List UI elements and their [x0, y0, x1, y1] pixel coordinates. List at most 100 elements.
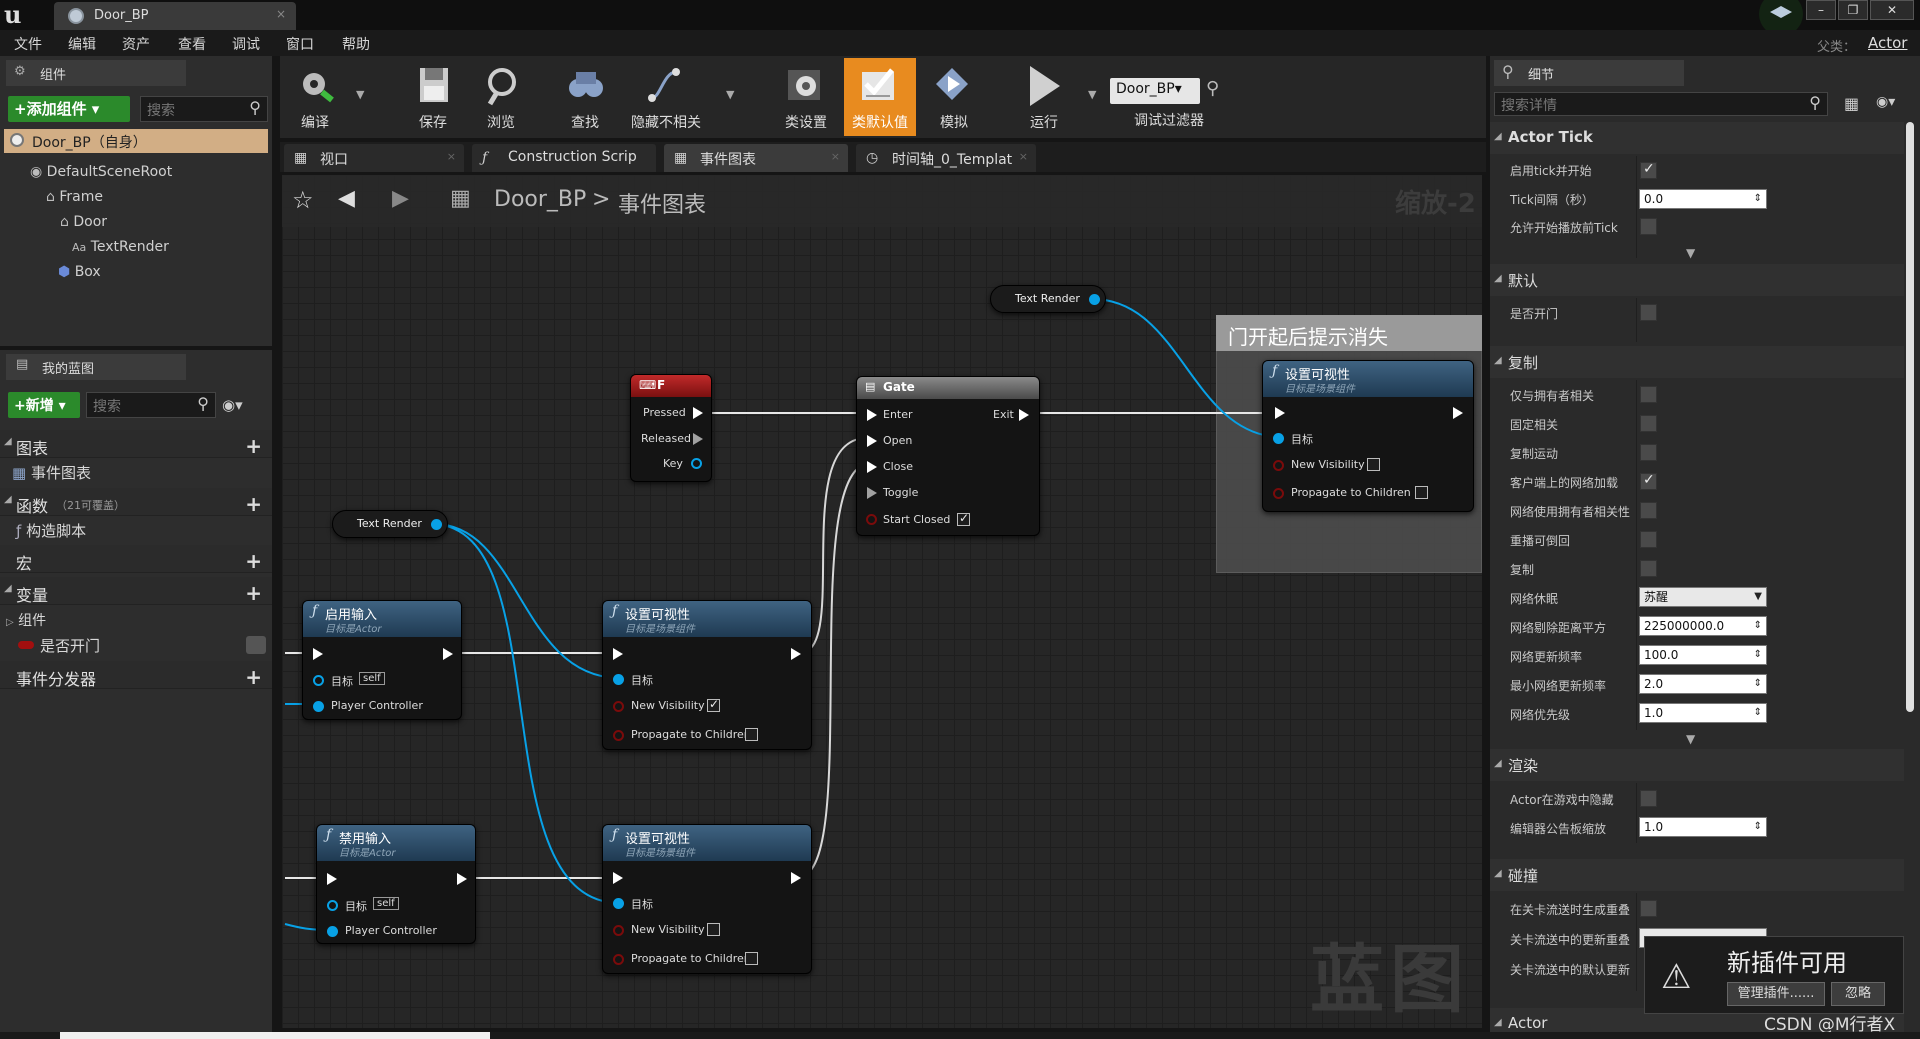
exec-out-pin[interactable] — [791, 648, 801, 660]
key-pin[interactable] — [691, 458, 702, 469]
released-exec-pin[interactable] — [693, 433, 703, 445]
key-f-event-node[interactable]: ⌨ F Pressed Released Key — [630, 374, 712, 482]
target-pin[interactable] — [327, 900, 338, 911]
breadcrumb-event-graph[interactable]: 事件图表 — [618, 187, 706, 219]
start-closed-pin[interactable] — [866, 514, 877, 525]
details-search-input[interactable]: 搜索详情 ⚲ — [1494, 92, 1828, 116]
player-controller-pin[interactable] — [327, 926, 338, 937]
replay-rewindable-checkbox[interactable] — [1640, 531, 1657, 548]
section-rendering[interactable]: ◢ 渲染 — [1490, 749, 1904, 781]
spinner-icon[interactable]: ⇕ — [1754, 704, 1762, 722]
exec-in-pin[interactable] — [1275, 407, 1285, 419]
propagate-pin[interactable] — [613, 954, 624, 965]
exec-in-pin[interactable] — [613, 648, 623, 660]
section-replication[interactable]: ◢ 复制 — [1490, 346, 1904, 378]
propagate-pin[interactable] — [613, 730, 624, 741]
exit-exec-pin[interactable] — [1019, 409, 1029, 421]
spinner-icon[interactable]: ⇕ — [1754, 617, 1762, 635]
details-tab[interactable]: ⚲ 细节 — [1494, 60, 1684, 86]
section-actor-tick[interactable]: ◢ Actor Tick — [1490, 122, 1904, 154]
favorite-star-icon[interactable]: ☆ — [292, 186, 314, 214]
enter-exec-pin[interactable] — [867, 409, 877, 421]
tick-interval-input[interactable]: 0.0 ⇕ — [1639, 189, 1767, 209]
exec-in-pin[interactable] — [327, 873, 337, 885]
generate-overlap-on-level-streaming-checkbox[interactable] — [1640, 900, 1657, 917]
open-exec-pin[interactable] — [867, 435, 877, 447]
exec-in-pin[interactable] — [313, 648, 323, 660]
net-update-frequency-input[interactable]: 100.0 ⇕ — [1639, 645, 1767, 665]
player-controller-pin[interactable] — [313, 701, 324, 712]
prop-label: 固定相关 — [1510, 418, 1559, 432]
target-pin[interactable] — [1273, 433, 1284, 444]
breadcrumb-blueprint[interactable]: Door_BP — [494, 187, 586, 212]
net-priority-input[interactable]: 1.0 ⇕ — [1639, 703, 1767, 723]
new-visibility-checkbox[interactable] — [707, 923, 720, 936]
expand-advanced-icon[interactable]: ▼ — [1686, 732, 1695, 746]
pressed-exec-pin[interactable] — [693, 407, 703, 419]
is-open-checkbox[interactable] — [1640, 304, 1657, 321]
manage-plugins-button[interactable]: 管理插件...... — [1727, 982, 1825, 1006]
propagate-checkbox[interactable] — [1415, 486, 1428, 499]
net-load-on-client-checkbox[interactable] — [1640, 472, 1657, 490]
editor-billboard-scale-input[interactable]: 1.0 ⇕ — [1639, 817, 1767, 837]
new-visibility-pin[interactable] — [613, 925, 624, 936]
gate-icon: ▤ — [865, 380, 876, 393]
new-visibility-checkbox[interactable] — [1367, 458, 1380, 471]
output-pin[interactable] — [431, 519, 442, 530]
always-relevant-checkbox[interactable] — [1640, 415, 1657, 432]
section-collision[interactable]: ◢ 碰撞 — [1490, 859, 1904, 891]
ignore-button[interactable]: 忽略 — [1831, 982, 1885, 1006]
set-visibility-node[interactable]: ƒ 设置可视性 目标是场景组件 目标 New Visibility Propag… — [602, 600, 812, 750]
prop-label: 网络使用拥有者相关性 — [1510, 505, 1630, 519]
expand-advanced-icon[interactable]: ▼ — [1686, 246, 1695, 260]
set-visibility-node[interactable]: ƒ 设置可视性 目标是场景组件 目标 New Visibility Propag… — [602, 824, 812, 974]
target-pin[interactable] — [613, 674, 624, 685]
close-exec-pin[interactable] — [867, 461, 877, 473]
collapse-icon: ◢ — [1494, 273, 1502, 284]
tick-before-begin-play-checkbox[interactable] — [1640, 218, 1657, 235]
exec-out-pin[interactable] — [791, 872, 801, 884]
toggle-exec-pin[interactable] — [867, 487, 877, 499]
net-use-owner-relevancy-checkbox[interactable] — [1640, 502, 1657, 519]
disable-input-node[interactable]: ƒ 禁用输入 目标是Actor 目标 self Player Controlle… — [316, 824, 476, 944]
new-visibility-pin[interactable] — [613, 701, 624, 712]
net-cull-distance-input[interactable]: 225000000.0 ⇕ — [1639, 616, 1767, 636]
replicates-checkbox[interactable] — [1640, 560, 1657, 577]
grid-view-icon[interactable]: ▦ — [1844, 94, 1859, 113]
details-scrollbar[interactable] — [1906, 122, 1914, 712]
only-relevant-to-owner-checkbox[interactable] — [1640, 386, 1657, 403]
actor-hidden-in-game-checkbox[interactable] — [1640, 790, 1657, 807]
net-dormancy-select[interactable]: 苏醒 ▼ — [1639, 587, 1767, 607]
exec-out-pin[interactable] — [1453, 407, 1463, 419]
gate-node[interactable]: ▤ Gate Enter Exit Open Close Toggle Star… — [856, 376, 1040, 536]
exec-out-pin[interactable] — [443, 648, 453, 660]
new-visibility-pin[interactable] — [1273, 460, 1284, 471]
spinner-icon[interactable]: ⇕ — [1754, 646, 1762, 664]
text-render-variable-node[interactable]: Text Render — [332, 510, 448, 538]
propagate-checkbox[interactable] — [745, 728, 758, 741]
propagate-checkbox[interactable] — [745, 952, 758, 965]
section-default[interactable]: ◢ 默认 — [1490, 264, 1904, 296]
propagate-pin[interactable] — [1273, 488, 1284, 499]
eye-icon[interactable]: ◉▾ — [1876, 94, 1895, 110]
replicate-movement-checkbox[interactable] — [1640, 444, 1657, 461]
spinner-icon[interactable]: ⇕ — [1754, 190, 1762, 208]
new-visibility-checkbox[interactable] — [707, 697, 720, 712]
output-pin[interactable] — [1089, 294, 1100, 305]
start-closed-checkbox[interactable] — [957, 511, 970, 526]
prop-label: 网络休眠 — [1510, 592, 1559, 606]
target-pin[interactable] — [613, 898, 624, 909]
exec-in-pin[interactable] — [613, 872, 623, 884]
text-render-variable-node[interactable]: Text Render — [990, 285, 1106, 313]
forward-arrow-icon[interactable]: ▶ — [392, 186, 409, 211]
spinner-icon[interactable]: ⇕ — [1754, 675, 1762, 693]
back-arrow-icon[interactable]: ◀ — [338, 186, 355, 211]
spinner-icon[interactable]: ⇕ — [1754, 818, 1762, 836]
min-net-update-frequency-input[interactable]: 2.0 ⇕ — [1639, 674, 1767, 694]
dropdown-icon[interactable]: ▼ — [1754, 588, 1762, 606]
exec-out-pin[interactable] — [457, 873, 467, 885]
target-pin[interactable] — [313, 675, 324, 686]
enable-input-node[interactable]: ƒ 启用输入 目标是Actor 目标 self Player Controlle… — [302, 600, 462, 720]
set-visibility-node[interactable]: ƒ 设置可视性 目标是场景组件 目标 New Visibility Propag… — [1262, 360, 1474, 512]
start-with-tick-checkbox[interactable] — [1640, 161, 1657, 179]
